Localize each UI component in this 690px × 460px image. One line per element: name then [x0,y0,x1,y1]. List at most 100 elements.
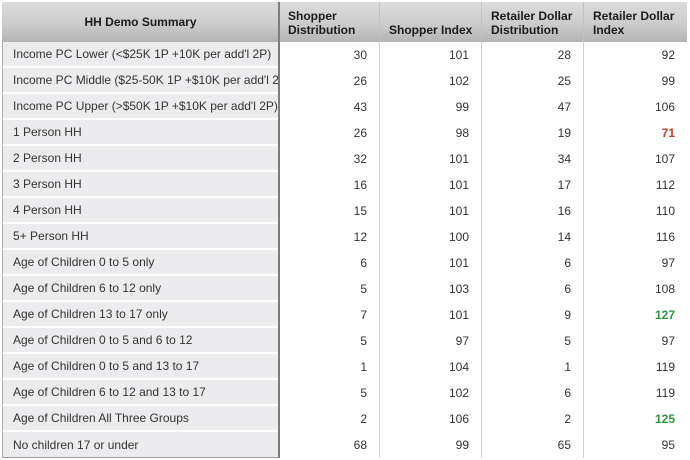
cell-shopper-index: 101 [379,146,481,172]
cell-shopper-distribution: 43 [279,94,379,120]
row-label: Age of Children 0 to 5 and 13 to 17 [2,354,279,380]
cell-retailer-dollar-index: 110 [583,198,687,224]
cell-retailer-dollar-index: 127 [583,302,687,328]
cell-retailer-dollar-distribution: 28 [481,42,583,68]
row-label: 2 Person HH [2,146,279,172]
row-label: Age of Children 0 to 5 and 6 to 12 [2,328,279,354]
cell-shopper-index: 102 [379,380,481,406]
cell-retailer-dollar-distribution: 6 [481,276,583,302]
cell-shopper-distribution: 5 [279,328,379,354]
cell-retailer-dollar-distribution: 17 [481,172,583,198]
cell-retailer-dollar-index: 97 [583,250,687,276]
cell-shopper-distribution: 6 [279,250,379,276]
cell-shopper-distribution: 26 [279,120,379,146]
cell-retailer-dollar-distribution: 25 [481,68,583,94]
row-label: Age of Children All Three Groups [2,406,279,432]
cell-retailer-dollar-distribution: 47 [481,94,583,120]
column-divider [278,2,280,458]
cell-retailer-dollar-index: 112 [583,172,687,198]
table-row: Age of Children 6 to 12 only51036108 [2,276,687,302]
cell-shopper-distribution: 15 [279,198,379,224]
row-label: Age of Children 13 to 17 only [2,302,279,328]
cell-retailer-dollar-distribution: 5 [481,328,583,354]
cell-shopper-distribution: 12 [279,224,379,250]
row-label: Income PC Upper (>$50K 1P +$10K per add'… [2,94,279,120]
cell-shopper-distribution: 5 [279,276,379,302]
table-header-row: HH Demo Summary Shopper Distribution Sho… [2,2,687,42]
cell-retailer-dollar-distribution: 65 [481,432,583,458]
cell-shopper-distribution: 68 [279,432,379,458]
cell-retailer-dollar-distribution: 6 [481,380,583,406]
cell-retailer-dollar-distribution: 1 [481,354,583,380]
hh-demo-summary-table: HH Demo Summary Shopper Distribution Sho… [2,2,687,458]
table-row: Income PC Middle ($25-50K 1P +$10K per a… [2,68,687,94]
cell-shopper-index: 101 [379,250,481,276]
column-header-retailer-dollar-distribution: Retailer Dollar Distribution [481,2,583,42]
table-row: Age of Children 0 to 5 and 6 to 12597597 [2,328,687,354]
cell-shopper-index: 103 [379,276,481,302]
cell-retailer-dollar-distribution: 14 [481,224,583,250]
table-row: Income PC Upper (>$50K 1P +$10K per add'… [2,94,687,120]
cell-shopper-index: 102 [379,68,481,94]
cell-shopper-index: 101 [379,42,481,68]
cell-retailer-dollar-distribution: 6 [481,250,583,276]
column-header-hh-demo-summary: HH Demo Summary [2,2,279,42]
table-row: 1 Person HH26981971 [2,120,687,146]
cell-shopper-distribution: 5 [279,380,379,406]
table-row: 5+ Person HH1210014116 [2,224,687,250]
cell-shopper-distribution: 2 [279,406,379,432]
cell-shopper-distribution: 16 [279,172,379,198]
cell-shopper-index: 101 [379,302,481,328]
row-label: 1 Person HH [2,120,279,146]
table-row: 3 Person HH1610117112 [2,172,687,198]
row-label: 5+ Person HH [2,224,279,250]
cell-shopper-index: 98 [379,120,481,146]
cell-retailer-dollar-index: 71 [583,120,687,146]
cell-retailer-dollar-index: 119 [583,354,687,380]
cell-shopper-index: 101 [379,198,481,224]
cell-retailer-dollar-distribution: 34 [481,146,583,172]
row-label: Income PC Lower (<$25K 1P +10K per add'l… [2,42,279,68]
cell-retailer-dollar-distribution: 19 [481,120,583,146]
row-label: Age of Children 0 to 5 only [2,250,279,276]
cell-shopper-distribution: 30 [279,42,379,68]
cell-retailer-dollar-distribution: 9 [481,302,583,328]
cell-shopper-index: 100 [379,224,481,250]
cell-shopper-distribution: 7 [279,302,379,328]
cell-retailer-dollar-index: 106 [583,94,687,120]
row-label: Income PC Middle ($25-50K 1P +$10K per a… [2,68,279,94]
column-header-shopper-index: Shopper Index [379,2,481,42]
row-label: 3 Person HH [2,172,279,198]
cell-shopper-distribution: 1 [279,354,379,380]
cell-shopper-index: 99 [379,432,481,458]
cell-shopper-index: 101 [379,172,481,198]
table-row: Age of Children 6 to 12 and 13 to 175102… [2,380,687,406]
table-row: Income PC Lower (<$25K 1P +10K per add'l… [2,42,687,68]
column-header-retailer-dollar-index: Retailer Dollar Index [583,2,687,42]
table-row: Age of Children 0 to 5 only6101697 [2,250,687,276]
cell-retailer-dollar-index: 95 [583,432,687,458]
table-row: Age of Children 13 to 17 only71019127 [2,302,687,328]
table-row: No children 17 or under68996595 [2,432,687,458]
cell-shopper-distribution: 32 [279,146,379,172]
cell-shopper-distribution: 26 [279,68,379,94]
cell-retailer-dollar-index: 119 [583,380,687,406]
cell-retailer-dollar-index: 116 [583,224,687,250]
cell-retailer-dollar-index: 99 [583,68,687,94]
cell-retailer-dollar-index: 125 [583,406,687,432]
row-label: 4 Person HH [2,198,279,224]
row-label: Age of Children 6 to 12 only [2,276,279,302]
table-body: Income PC Lower (<$25K 1P +10K per add'l… [2,42,687,458]
cell-retailer-dollar-index: 107 [583,146,687,172]
cell-shopper-index: 97 [379,328,481,354]
cell-retailer-dollar-distribution: 2 [481,406,583,432]
cell-shopper-index: 104 [379,354,481,380]
row-label: No children 17 or under [2,432,279,458]
table-row: Age of Children All Three Groups21062125 [2,406,687,432]
cell-retailer-dollar-index: 97 [583,328,687,354]
table-row: 2 Person HH3210134107 [2,146,687,172]
column-header-shopper-distribution: Shopper Distribution [279,2,379,42]
cell-retailer-dollar-index: 92 [583,42,687,68]
cell-shopper-index: 99 [379,94,481,120]
table-row: 4 Person HH1510116110 [2,198,687,224]
